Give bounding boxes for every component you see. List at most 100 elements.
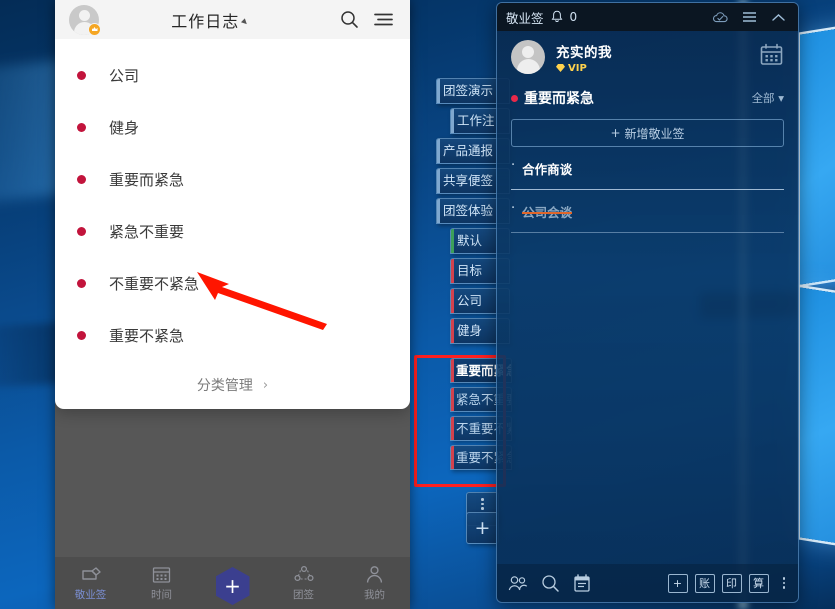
tab-color-bar xyxy=(437,79,440,103)
category-list-item[interactable]: 健身 xyxy=(55,101,410,153)
tabstrip-tab-label: 公司 xyxy=(457,293,483,308)
category-manage-label: 分类管理 xyxy=(196,378,253,394)
category-list-item[interactable]: 公司 xyxy=(55,49,410,101)
tabstrip-tab-label: 产品通报 xyxy=(443,143,494,158)
note-text: 公司会谈 xyxy=(522,202,573,221)
tabstrip-tab-label: 共享便签 xyxy=(443,173,494,188)
chevron-right-icon: › xyxy=(262,377,269,393)
nav-item-时间[interactable]: 时间 xyxy=(126,564,197,602)
plus-icon: + xyxy=(224,574,241,598)
current-category-bar: 重要而紧急 全部 ▾ xyxy=(497,83,798,113)
nav-item-label: 团签 xyxy=(293,589,314,601)
category-list-item-label: 公司 xyxy=(109,66,140,85)
toolbar-add-button[interactable]: + xyxy=(667,573,688,593)
category-name: 重要而紧急 xyxy=(524,91,594,107)
category-manage-button[interactable]: 分类管理 › xyxy=(55,361,410,409)
page-title-text: 工作日志 xyxy=(171,11,240,31)
tab-color-bar xyxy=(451,319,454,343)
add-note-button[interactable]: + 新增敬业签 xyxy=(511,119,784,147)
search-icon[interactable] xyxy=(540,573,560,593)
category-list-item-label: 重要不紧急 xyxy=(109,326,185,345)
nav-item-label: 敬业签 xyxy=(74,589,107,601)
category-list: 公司健身重要而紧急紧急不重要不重要不紧急 重要不紧急 xyxy=(55,49,410,361)
nav-item-add[interactable]: + xyxy=(197,567,268,605)
cloud-sync-icon[interactable] xyxy=(709,7,731,27)
category-list-item[interactable]: 紧急不重要 xyxy=(55,205,410,257)
chevron-up-icon[interactable] xyxy=(767,7,789,27)
category-filter-label: 全部 xyxy=(751,91,775,105)
diamond-icon xyxy=(556,64,565,72)
team-icon xyxy=(293,564,315,584)
category-list-item-label: 健身 xyxy=(109,118,140,137)
nav-item-label: 我的 xyxy=(364,589,385,601)
category-list-item[interactable]: 不重要不紧急 xyxy=(55,257,410,309)
tab-color-bar xyxy=(451,417,454,440)
category-list-item[interactable]: 重要不紧急 xyxy=(55,309,410,361)
nav-item-label: 时间 xyxy=(151,589,172,601)
tab-color-bar xyxy=(437,199,440,223)
tabstrip-tab-label: 团签演示 xyxy=(443,83,494,98)
page-title: 工作日志▸ xyxy=(95,8,324,32)
toolbar-tool-buttons: + 账印算 xyxy=(667,573,769,593)
category-filter-dropdown[interactable]: 全部 ▾ xyxy=(752,90,784,106)
category-list-item-label: 紧急不重要 xyxy=(109,222,185,241)
tab-color-bar xyxy=(451,388,454,411)
tab-color-bar xyxy=(451,229,454,253)
windows-logo-pane xyxy=(800,287,835,563)
tab-color-bar xyxy=(451,446,454,469)
more-vertical-icon xyxy=(481,498,485,510)
chevron-down-icon: ▾ xyxy=(778,91,784,105)
mobile-app-window: 工作日志▸ 公司健身重要而紧急紧急不重要不重要不紧急 重要不紧急 分类管理 › 敬… xyxy=(55,0,410,609)
tabstrip-tab-label: 默认 xyxy=(457,233,483,248)
add-note-label: 新增敬业签 xyxy=(624,126,685,141)
cloud-note-icon xyxy=(80,564,102,584)
category-color-dot xyxy=(77,174,86,184)
nav-item-团签[interactable]: 团签 xyxy=(268,564,339,602)
category-list-item-label: 不重要不紧急 xyxy=(109,274,200,293)
user-info: 充实的我 VIP xyxy=(556,41,748,74)
avatar[interactable] xyxy=(511,40,545,74)
category-color-dot xyxy=(77,278,86,288)
notepad-icon[interactable] xyxy=(572,573,592,593)
tabstrip-add-tab[interactable]: + xyxy=(466,512,499,544)
note-text: 合作商谈 xyxy=(522,162,573,177)
note-item[interactable]: · 合作商谈 xyxy=(497,147,798,178)
menu-icon[interactable] xyxy=(370,7,396,33)
tabstrip-tab-label: 健身 xyxy=(457,323,483,338)
note-list: · 合作商谈 · 公司会谈 xyxy=(497,147,798,233)
bell-icon[interactable] xyxy=(551,8,563,27)
tabstrip-tab-label: 团签体验 xyxy=(443,203,494,218)
tab-color-bar xyxy=(451,359,454,382)
calendar-icon xyxy=(152,564,171,584)
vip-label: VIP xyxy=(568,62,587,74)
mobile-bottom-nav: 敬业签 时间 + 团签 我的 xyxy=(55,557,410,609)
category-list-item[interactable]: 重要而紧急 xyxy=(55,153,410,205)
user-name: 充实的我 xyxy=(556,44,612,61)
category-dropdown-panel: 公司健身重要而紧急紧急不重要不重要不紧急 重要不紧急 分类管理 › xyxy=(55,39,410,409)
tab-color-bar xyxy=(451,109,454,133)
mobile-app-header: 工作日志▸ xyxy=(55,0,410,39)
bullet-icon: · xyxy=(511,201,516,216)
note-item[interactable]: · 公司会谈 xyxy=(497,190,798,221)
calendar-icon[interactable] xyxy=(759,43,784,71)
hamburger-menu-icon[interactable] xyxy=(738,7,760,27)
search-icon[interactable] xyxy=(336,7,362,33)
windows-logo-pane xyxy=(800,9,835,285)
add-hex-icon[interactable]: + xyxy=(215,567,250,605)
category-list-item-label: 重要而紧急 xyxy=(109,170,185,189)
plus-icon: + xyxy=(610,126,621,140)
toolbar-ledger-button[interactable]: 账 xyxy=(694,573,715,593)
toolbar-calculator-button[interactable]: 算 xyxy=(748,573,769,593)
more-vertical-icon[interactable] xyxy=(781,577,788,589)
contacts-icon[interactable] xyxy=(508,573,528,593)
nav-item-我的[interactable]: 我的 xyxy=(339,564,410,602)
vip-badge: VIP xyxy=(556,63,748,74)
desktop-app-window: 敬业签 0 充实的我 VIP 重要而紧急 全部 ▾ + 新增敬业签 · 合作商谈… xyxy=(496,2,799,603)
tab-color-bar xyxy=(451,289,454,313)
desktop-app-name: 敬业签 xyxy=(506,10,544,26)
tabstrip-tab-label: 目标 xyxy=(457,263,483,278)
nav-item-敬业签[interactable]: 敬业签 xyxy=(55,564,126,602)
tab-color-bar xyxy=(451,259,454,283)
toolbar-stamp-button[interactable]: 印 xyxy=(721,573,742,593)
tab-color-bar xyxy=(437,169,440,193)
